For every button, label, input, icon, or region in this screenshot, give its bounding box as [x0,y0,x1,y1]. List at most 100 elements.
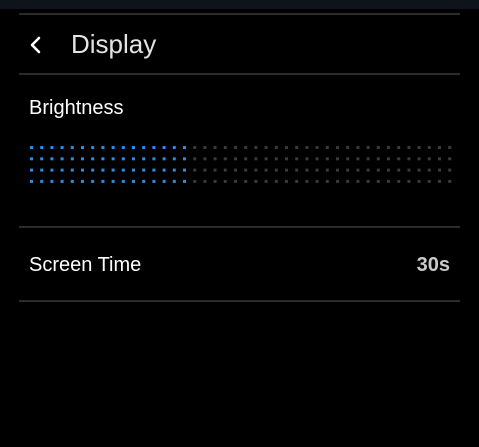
brightness-dot-inactive [448,157,452,161]
brightness-dot-active [70,157,74,161]
brightness-dot-inactive [346,146,350,149]
brightness-dot-active [183,168,186,172]
brightness-dot-inactive [244,179,248,183]
brightness-dot-inactive [203,157,207,161]
brightness-dot-inactive [213,179,217,183]
brightness-dot-active [81,146,84,149]
brightness-dot-active [60,168,64,172]
brightness-dot-active [30,168,33,172]
brightness-slider[interactable] [30,144,452,188]
brightness-dot-inactive [417,179,421,183]
brightness-dot-inactive [315,146,319,149]
brightness-dot-active [142,168,146,172]
brightness-dot-inactive [305,157,309,161]
brightness-dot-active [111,168,115,172]
brightness-dot-active [40,168,44,172]
brightness-dot-inactive [356,146,360,149]
brightness-dot-inactive [223,168,227,172]
brightness-dot-inactive [438,157,441,161]
brightness-dot-inactive [448,179,452,183]
brightness-dot-inactive [417,157,421,161]
brightness-dot-inactive [305,168,309,172]
brightness-dot-inactive [376,157,380,161]
brightness-dot-active [111,157,115,161]
brightness-dot-active [111,179,115,183]
brightness-dot-inactive [193,179,197,183]
brightness-dot-active [60,157,64,161]
brightness-dot-active [50,168,54,172]
brightness-dot-inactive [427,146,431,149]
brightness-dot-active [162,179,166,183]
header: Display [19,16,460,74]
header-divider [19,73,460,75]
brightness-dot-inactive [193,157,197,161]
brightness-dot-active [81,179,84,183]
brightness-dot-inactive [356,168,360,172]
brightness-dot-inactive [213,168,217,172]
brightness-dot-inactive [305,179,309,183]
brightness-dot-inactive [397,168,401,172]
brightness-dot-active [183,157,186,161]
brightness-dot-inactive [264,168,268,172]
brightness-dot-inactive [285,157,288,161]
brightness-dot-inactive [203,168,207,172]
brightness-dot-inactive [427,179,431,183]
brightness-dot-active [183,179,186,183]
brightness-dot-active [101,168,105,172]
brightness-dot-inactive [223,146,227,149]
brightness-dot-active [172,157,176,161]
page-title: Display [71,29,157,59]
brightness-dot-inactive [295,179,299,183]
brightness-dot-active [183,146,186,149]
brightness-dot-active [91,157,95,161]
brightness-dot-inactive [274,168,278,172]
brightness-dot-inactive [336,168,339,172]
brightness-dot-active [101,179,105,183]
brightness-dot-active [101,157,105,161]
brightness-dot-inactive [223,179,227,183]
screen-time-row[interactable]: Screen Time 30s [19,229,460,301]
brightness-dot-inactive [325,146,329,149]
brightness-dot-active [101,146,105,149]
brightness-dot-inactive [448,168,452,172]
brightness-dot-inactive [427,168,431,172]
brightness-dot-inactive [285,179,288,183]
brightness-dot-active [111,146,115,149]
brightness-dot-active [30,157,33,161]
brightness-dot-active [152,179,156,183]
brightness-dot-active [162,146,166,149]
brightness-dot-inactive [407,146,411,149]
brightness-dot-active [142,146,146,149]
brightness-dot-active [121,179,125,183]
brightness-dot-active [30,179,33,183]
brightness-dot-inactive [193,168,197,172]
brightness-dot-active [142,157,146,161]
brightness-dot-active [70,179,74,183]
brightness-dot-active [152,168,156,172]
brightness-dot-inactive [407,168,411,172]
brightness-dot-active [132,146,135,149]
brightness-dot-active [81,168,84,172]
brightness-dot-active [162,168,166,172]
brightness-dot-inactive [295,146,299,149]
brightness-dot-active [30,146,33,149]
brightness-dot-inactive [244,168,248,172]
brightness-dot-inactive [417,168,421,172]
brightness-dot-active [132,157,135,161]
brightness-dot-active [172,179,176,183]
brightness-dot-inactive [366,179,370,183]
brightness-dot-inactive [274,179,278,183]
brightness-dot-inactive [376,179,380,183]
back-button[interactable] [21,30,51,60]
brightness-dot-inactive [234,179,237,183]
brightness-dot-inactive [407,157,411,161]
brightness-dot-inactive [336,157,339,161]
brightness-dot-active [50,146,54,149]
brightness-dot-inactive [234,146,237,149]
brightness-dot-inactive [254,179,258,183]
brightness-dot-inactive [387,146,390,149]
brightness-dot-active [60,146,64,149]
screen-time-value: 30s [416,254,450,276]
brightness-dot-inactive [213,146,217,149]
brightness-dot-inactive [254,157,258,161]
